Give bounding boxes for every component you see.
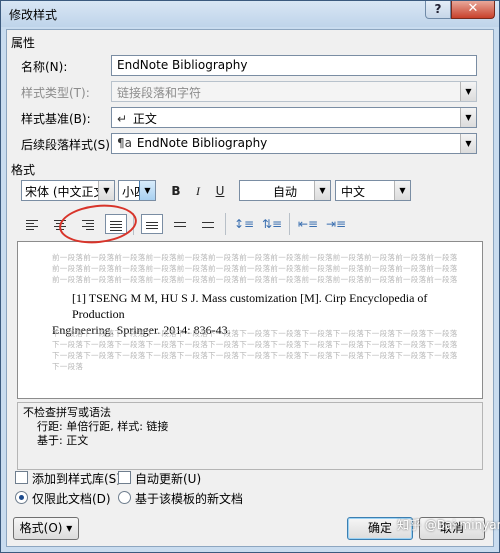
auto-update-label[interactable]: 自动更新(U) bbox=[135, 470, 201, 487]
name-field[interactable]: EndNote Bibliography bbox=[111, 55, 477, 76]
help-button[interactable]: ? bbox=[425, 1, 451, 19]
chevron-down-icon: ▼ bbox=[98, 181, 114, 200]
bold-button[interactable]: B bbox=[165, 181, 187, 201]
preview-next-paragraph: 下一段落 bbox=[52, 362, 84, 371]
next-style-select[interactable]: ¶a EndNote Bibliography ▼ bbox=[111, 133, 477, 154]
font-color-value: 自动 bbox=[272, 185, 297, 199]
linked-style-icon: ¶a bbox=[117, 136, 132, 150]
description-line: 基于: 正文 bbox=[37, 434, 89, 447]
auto-update-checkbox[interactable] bbox=[118, 471, 131, 484]
preview-next-paragraph: 下一段落下一段落下一段落下一段落下一段落下一段落下一段落下一段落下一段落下一段落… bbox=[52, 329, 458, 338]
name-label: 名称(N): bbox=[21, 60, 68, 74]
this-document-label[interactable]: 仅限此文档(D) bbox=[32, 490, 111, 507]
align-left-icon[interactable] bbox=[21, 214, 43, 234]
decrease-indent-icon[interactable]: ⇤≡ bbox=[297, 214, 319, 234]
preview-sample-line: [1] TSENG M M, HU S J. Mass customizatio… bbox=[72, 291, 428, 321]
style-type-value: 链接段落和字符 bbox=[117, 86, 202, 100]
chevron-down-icon: ▼ bbox=[394, 181, 410, 200]
increase-indent-icon[interactable]: ⇥≡ bbox=[325, 214, 347, 234]
add-to-gallery-checkbox[interactable] bbox=[15, 471, 28, 484]
preview-next-paragraph: 下一段落下一段落下一段落下一段落下一段落下一段落下一段落下一段落下一段落下一段落… bbox=[52, 340, 458, 349]
description-line: 不检查拼写或语法 bbox=[23, 406, 111, 419]
close-button[interactable]: ✕ bbox=[451, 1, 495, 19]
one-half-spacing-icon[interactable] bbox=[169, 214, 191, 234]
single-spacing-icon[interactable] bbox=[141, 214, 163, 234]
size-select[interactable]: 小四 ▼ bbox=[118, 180, 156, 201]
this-document-radio[interactable] bbox=[15, 491, 28, 504]
style-description: 不检查拼写或语法 行距: 单倍行距, 样式: 链接 基于: 正文 bbox=[17, 402, 483, 470]
align-center-icon[interactable] bbox=[49, 214, 71, 234]
new-template-label[interactable]: 基于该模板的新文档 bbox=[135, 490, 243, 507]
preview-next-paragraph: 下一段落下一段落下一段落下一段落下一段落下一段落下一段落下一段落下一段落下一段落… bbox=[52, 351, 458, 360]
chevron-down-icon: ▼ bbox=[460, 108, 476, 127]
new-template-radio[interactable] bbox=[118, 491, 131, 504]
toolbar-separator bbox=[133, 213, 134, 235]
paragraph-return-icon: ↵ bbox=[117, 112, 128, 126]
preview-prev-paragraph: 前一段落前一段落前一段落前一段落前一段落前一段落前一段落前一段落前一段落前一段落… bbox=[52, 264, 458, 273]
underline-button[interactable]: U bbox=[209, 181, 231, 201]
properties-group-label: 属性 bbox=[11, 36, 36, 50]
style-type-label: 样式类型(T): bbox=[21, 86, 90, 100]
font-select[interactable]: 宋体 (中文正文) ▼ bbox=[21, 180, 115, 201]
next-style-value: EndNote Bibliography bbox=[136, 136, 268, 150]
dialog-body: 属性 名称(N): EndNote Bibliography 样式类型(T): … bbox=[6, 29, 494, 547]
double-spacing-icon[interactable] bbox=[197, 214, 219, 234]
increase-paragraph-spacing-icon[interactable]: ↕≡ bbox=[233, 214, 255, 234]
style-base-select[interactable]: ↵ 正文 ▼ bbox=[111, 107, 477, 128]
preview-prev-paragraph: 前一段落前一段落前一段落前一段落前一段落前一段落前一段落前一段落前一段落前一段落… bbox=[52, 253, 458, 262]
chevron-down-icon: ▼ bbox=[314, 181, 330, 200]
style-type-select: 链接段落和字符 ▼ bbox=[111, 81, 477, 102]
italic-button[interactable]: I bbox=[187, 181, 209, 201]
chevron-down-icon: ▼ bbox=[460, 82, 476, 101]
format-group-label: 格式 bbox=[11, 163, 36, 177]
chevron-down-icon: ▼ bbox=[460, 134, 476, 153]
next-style-label: 后续段落样式(S): bbox=[21, 138, 115, 152]
description-line: 行距: 单倍行距, 样式: 链接 bbox=[37, 420, 169, 433]
preview-prev-paragraph: 前一段落前一段落前一段落前一段落前一段落前一段落前一段落前一段落前一段落前一段落… bbox=[52, 275, 458, 284]
decrease-paragraph-spacing-icon[interactable]: ⇅≡ bbox=[261, 214, 283, 234]
format-menu-button[interactable]: 格式(O) ▾ bbox=[13, 517, 79, 540]
language-value: 中文 bbox=[341, 185, 366, 199]
chevron-down-icon: ▼ bbox=[139, 181, 155, 200]
toolbar-separator bbox=[289, 213, 290, 235]
language-select[interactable]: 中文 ▼ bbox=[335, 180, 411, 201]
font-color-select[interactable]: 自动 ▼ bbox=[239, 180, 331, 201]
align-right-icon[interactable] bbox=[77, 214, 99, 234]
title-bar[interactable]: 修改样式 ? ✕ bbox=[1, 1, 499, 27]
style-preview: 前一段落前一段落前一段落前一段落前一段落前一段落前一段落前一段落前一段落前一段落… bbox=[17, 241, 483, 399]
window-title: 修改样式 bbox=[9, 8, 58, 22]
style-base-label: 样式基准(B): bbox=[21, 112, 91, 126]
style-base-value: 正文 bbox=[132, 112, 157, 126]
add-to-gallery-label[interactable]: 添加到样式库(S) bbox=[32, 470, 121, 487]
watermark-text: 知乎 @Bai minyang bbox=[397, 518, 500, 532]
align-justify-icon[interactable] bbox=[105, 214, 127, 234]
toolbar-separator bbox=[225, 213, 226, 235]
modify-style-dialog: 修改样式 ? ✕ 属性 名称(N): EndNote Bibliography … bbox=[0, 0, 500, 553]
